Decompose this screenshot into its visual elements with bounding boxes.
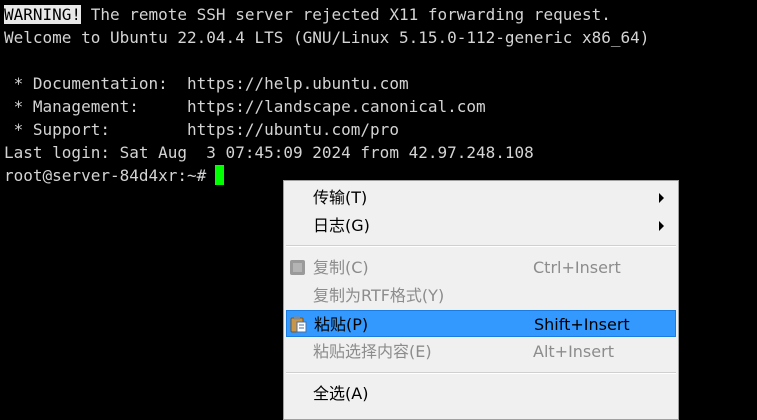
menu-item-copy[interactable]: 复制(C) Ctrl+Insert bbox=[286, 254, 676, 281]
menu-item-shortcut: Shift+Insert bbox=[534, 315, 630, 334]
menu-separator bbox=[286, 245, 676, 247]
menu-item-paste[interactable]: 粘贴(P) Shift+Insert bbox=[286, 310, 676, 337]
paste-icon bbox=[290, 316, 307, 333]
documentation-line: * Documentation: https://help.ubuntu.com bbox=[4, 74, 409, 93]
menu-item-label: 复制为RTF格式(Y) bbox=[313, 286, 445, 305]
support-line: * Support: https://ubuntu.com/pro bbox=[4, 120, 399, 139]
menu-item-paste-selection[interactable]: 粘贴选择内容(E) Alt+Insert bbox=[286, 338, 676, 365]
copy-icon bbox=[290, 260, 305, 275]
menu-separator bbox=[286, 372, 676, 374]
menu-item-label: 粘贴(P) bbox=[314, 315, 369, 334]
warning-tag: WARNING! bbox=[4, 5, 82, 24]
text-cursor bbox=[215, 165, 225, 185]
last-login-line: Last login: Sat Aug 3 07:45:09 2024 from… bbox=[4, 143, 534, 162]
menu-item-transfer[interactable]: 传输(T) bbox=[286, 184, 676, 211]
management-line: * Management: https://landscape.canonica… bbox=[4, 97, 486, 116]
prompt-line[interactable]: root@server-84d4xr:~# bbox=[4, 165, 225, 187]
menu-item-label: 传输(T) bbox=[313, 188, 368, 207]
shell-prompt: root@server-84d4xr:~# bbox=[4, 166, 207, 185]
menu-item-label: 复制(C) bbox=[313, 258, 369, 277]
menu-item-copy-rtf[interactable]: 复制为RTF格式(Y) bbox=[286, 282, 676, 309]
menu-item-label: 日志(G) bbox=[313, 216, 370, 235]
submenu-arrow-icon bbox=[659, 221, 664, 231]
menu-item-select-all[interactable]: 全选(A) bbox=[286, 380, 676, 407]
menu-item-log[interactable]: 日志(G) bbox=[286, 212, 676, 239]
welcome-line: Welcome to Ubuntu 22.04.4 LTS (GNU/Linux… bbox=[4, 28, 650, 47]
warning-line: WARNING! The remote SSH server rejected … bbox=[4, 4, 611, 26]
context-menu: 传输(T) 日志(G) 复制(C) Ctrl+Insert 复制为RTF格式(Y… bbox=[283, 180, 679, 420]
menu-item-label: 粘贴选择内容(E) bbox=[313, 342, 432, 361]
menu-item-shortcut: Ctrl+Insert bbox=[533, 258, 621, 277]
menu-item-shortcut: Alt+Insert bbox=[533, 342, 614, 361]
submenu-arrow-icon bbox=[659, 193, 664, 203]
warning-text: The remote SSH server rejected X11 forwa… bbox=[81, 5, 611, 24]
menu-item-label: 全选(A) bbox=[313, 384, 369, 403]
